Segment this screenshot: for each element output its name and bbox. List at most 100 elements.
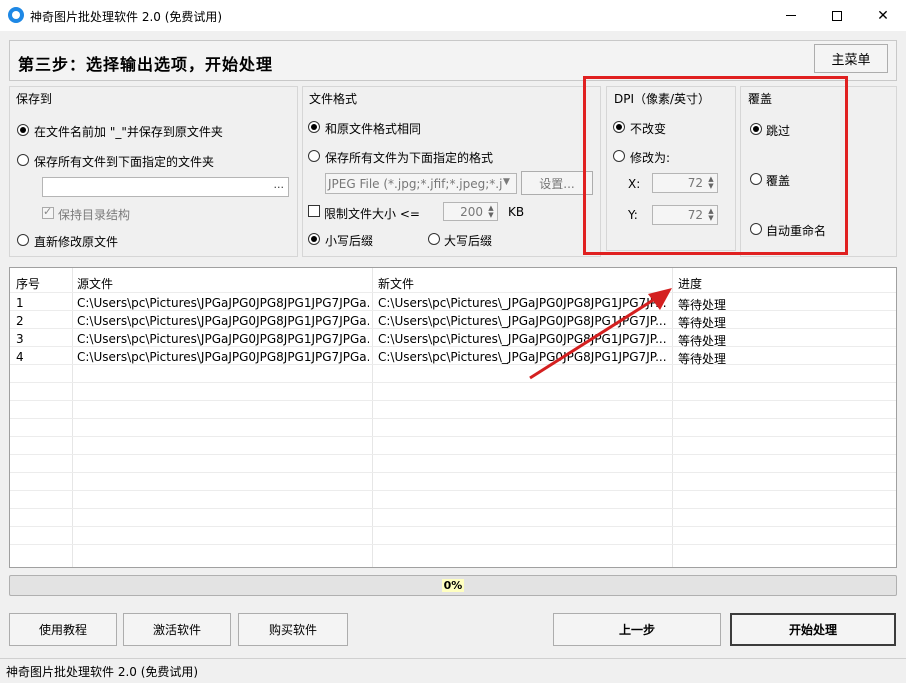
table-cell-source: C:\Users\pc\Pictures\JPGaJPG0JPG8JPG1JPG… <box>77 350 369 364</box>
table-cell-index: 4 <box>16 350 24 364</box>
dpi-x-label: X: <box>628 177 641 191</box>
row-divider <box>10 454 896 455</box>
window-title: 神奇图片批处理软件 2.0 (免费试用) <box>30 10 223 24</box>
format-specified-radio[interactable] <box>308 150 320 162</box>
save-folder-label: 保存所有文件到下面指定的文件夹 <box>34 155 215 169</box>
spin-arrows-icon: ▲ ▼ <box>708 175 714 190</box>
format-specified-label: 保存所有文件为下面指定的格式 <box>325 151 494 165</box>
dpi-y-value: 72 <box>687 208 703 222</box>
dpi-y-label: Y: <box>628 208 638 222</box>
table-cell-index: 1 <box>16 296 24 310</box>
dpi-group <box>606 86 736 251</box>
previous-step-button[interactable]: 上一步 <box>553 613 721 646</box>
limit-size-checkbox[interactable] <box>308 205 320 217</box>
uppercase-ext-label: 大写后缀 <box>444 234 493 248</box>
app-icon <box>8 7 24 23</box>
column-header-source[interactable]: 源文件 <box>77 275 113 292</box>
row-divider <box>10 400 896 401</box>
spin-arrows-icon: ▲ ▼ <box>488 204 494 219</box>
format-settings-button[interactable]: 设置... <box>521 171 593 195</box>
progress-percent: 0% <box>441 579 465 592</box>
row-divider <box>10 418 896 419</box>
browse-folder-button[interactable]: ... <box>274 178 285 191</box>
lowercase-ext-radio[interactable] <box>308 233 320 245</box>
limit-size-label: 限制文件大小 <= <box>324 207 420 221</box>
table-cell-index: 3 <box>16 332 24 346</box>
close-button[interactable]: ✕ <box>860 0 906 31</box>
save-prefix-radio[interactable] <box>17 124 29 136</box>
tutorial-button[interactable]: 使用教程 <box>9 613 117 646</box>
limit-size-stepper[interactable]: 200 ▲ ▼ <box>443 202 498 221</box>
header-divider <box>10 292 896 293</box>
overwrite-rename-label: 自动重命名 <box>766 224 827 238</box>
row-divider <box>10 346 896 347</box>
overwrite-rename-radio[interactable] <box>750 223 762 235</box>
chevron-down-icon: ▼ <box>503 177 510 187</box>
buy-button[interactable]: 购买软件 <box>238 613 348 646</box>
dpi-title: DPI（像素/英寸） <box>614 92 711 106</box>
limit-size-unit: KB <box>508 205 525 219</box>
dpi-x-stepper[interactable]: 72 ▲ ▼ <box>652 173 718 193</box>
overwrite-original-radio[interactable] <box>17 234 29 246</box>
keep-structure-checkbox[interactable] <box>42 205 54 219</box>
save-to-title: 保存到 <box>16 92 53 106</box>
row-divider <box>10 436 896 437</box>
dpi-x-value: 72 <box>687 176 703 190</box>
overwrite-skip-label: 跳过 <box>766 124 791 138</box>
save-to-group <box>9 86 298 257</box>
status-text: 神奇图片批处理软件 2.0 (免费试用) <box>6 665 199 679</box>
step-header: 第三步：选择输出选项，开始处理 <box>9 40 897 81</box>
row-divider <box>10 526 896 527</box>
annotation-arrow-icon <box>529 288 672 380</box>
overwrite-original-label: 直新修改原文件 <box>34 235 119 249</box>
save-folder-radio[interactable] <box>17 154 29 166</box>
overwrite-cover-radio[interactable] <box>750 173 762 185</box>
maximize-button[interactable] <box>814 0 860 31</box>
row-divider <box>10 310 896 311</box>
format-select[interactable]: JPEG File (*.jpg;*.jfif;*.jpeg;*.j <box>325 173 517 194</box>
limit-size-value: 200 <box>460 205 483 219</box>
dpi-keep-label: 不改变 <box>630 122 667 136</box>
dpi-keep-radio[interactable] <box>613 121 625 133</box>
row-divider <box>10 544 896 545</box>
row-divider <box>10 472 896 473</box>
table-cell-index: 2 <box>16 314 24 328</box>
format-same-label: 和原文件格式相同 <box>325 122 422 136</box>
column-header-target[interactable]: 新文件 <box>378 275 414 292</box>
overwrite-title: 覆盖 <box>748 92 773 106</box>
title-bar: 神奇图片批处理软件 2.0 (免费试用) ✕ <box>0 0 906 31</box>
row-divider <box>10 364 896 365</box>
activate-button[interactable]: 激活软件 <box>123 613 231 646</box>
row-divider <box>10 382 896 383</box>
file-format-title: 文件格式 <box>309 92 358 106</box>
folder-path-input[interactable]: ... <box>42 177 289 197</box>
minimize-icon <box>786 15 796 16</box>
uppercase-ext-radio[interactable] <box>428 233 440 245</box>
row-divider <box>10 328 896 329</box>
dpi-change-radio[interactable] <box>613 150 625 162</box>
lowercase-ext-label: 小写后缀 <box>325 234 374 248</box>
file-table[interactable]: 序号 源文件 新文件 进度 1 C:\Users\pc\Pictures\JPG… <box>9 267 897 568</box>
progress-label: 0% <box>10 579 896 592</box>
row-divider <box>10 508 896 509</box>
dpi-change-label: 修改为: <box>630 151 671 165</box>
overwrite-cover-label: 覆盖 <box>766 174 791 188</box>
dpi-y-stepper[interactable]: 72 ▲ ▼ <box>652 205 718 225</box>
main-menu-button[interactable]: 主菜单 <box>814 44 888 73</box>
status-bar: 神奇图片批处理软件 2.0 (免费试用) <box>0 658 906 683</box>
minimize-button[interactable] <box>768 0 814 31</box>
start-processing-button[interactable]: 开始处理 <box>730 613 896 646</box>
table-cell-source: C:\Users\pc\Pictures\JPGaJPG0JPG8JPG1JPG… <box>77 332 369 346</box>
keep-structure-label: 保持目录结构 <box>58 208 131 222</box>
format-same-radio[interactable] <box>308 121 320 133</box>
spin-arrows-icon: ▲ ▼ <box>708 207 714 222</box>
table-cell-source: C:\Users\pc\Pictures\JPGaJPG0JPG8JPG1JPG… <box>77 314 369 328</box>
maximize-icon <box>832 10 842 21</box>
progress-bar: 0% <box>9 575 897 596</box>
overwrite-skip-radio[interactable] <box>750 123 762 135</box>
step-title: 第三步：选择输出选项，开始处理 <box>18 55 274 74</box>
close-icon: ✕ <box>877 7 889 24</box>
column-header-index[interactable]: 序号 <box>16 275 40 292</box>
row-divider <box>10 490 896 491</box>
save-prefix-label: 在文件名前加 "_"并保存到原文件夹 <box>34 125 223 139</box>
